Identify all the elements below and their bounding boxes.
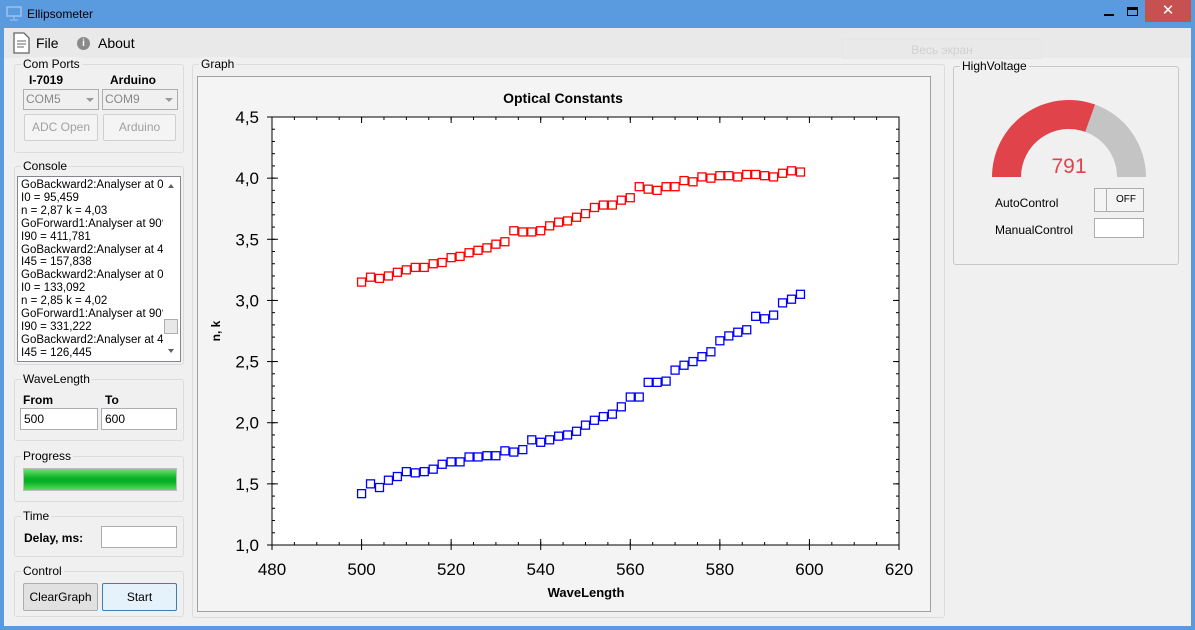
y-tick-label: 3,5 bbox=[235, 230, 259, 249]
auto-control-toggle[interactable]: OFF bbox=[1094, 188, 1144, 212]
y-tick-label: 2,0 bbox=[235, 414, 259, 433]
voltage-value: 791 bbox=[1051, 155, 1087, 178]
y-tick-label: 4,5 bbox=[235, 108, 259, 127]
y-tick-label: 2,5 bbox=[235, 353, 259, 372]
toggle-state: OFF bbox=[1116, 194, 1136, 205]
manual-control-label: ManualControl bbox=[995, 223, 1074, 237]
x-tick-label: 520 bbox=[437, 560, 465, 579]
y-tick-label: 1,5 bbox=[235, 475, 259, 494]
x-tick-label: 500 bbox=[347, 560, 375, 579]
high-voltage-group: HighVoltage 791 AutoControl OFF ManualCo… bbox=[953, 59, 1179, 265]
y-tick-label: 1,0 bbox=[235, 536, 259, 555]
x-tick-label: 620 bbox=[885, 560, 913, 579]
x-tick-label: 560 bbox=[616, 560, 644, 579]
y-tick-label: 4,0 bbox=[235, 169, 259, 188]
y-axis-label: n, k bbox=[209, 320, 223, 341]
x-tick-label: 580 bbox=[706, 560, 734, 579]
x-axis-label: WaveLength bbox=[548, 585, 625, 600]
x-tick-label: 540 bbox=[527, 560, 555, 579]
y-tick-label: 3,0 bbox=[235, 291, 259, 310]
manual-control-input[interactable] bbox=[1094, 218, 1144, 238]
auto-control-label: AutoControl bbox=[995, 196, 1059, 210]
high-voltage-title: HighVoltage bbox=[960, 59, 1029, 73]
x-tick-label: 600 bbox=[795, 560, 823, 579]
x-tick-label: 480 bbox=[258, 560, 286, 579]
chart-title: Optical Constants bbox=[503, 90, 623, 106]
